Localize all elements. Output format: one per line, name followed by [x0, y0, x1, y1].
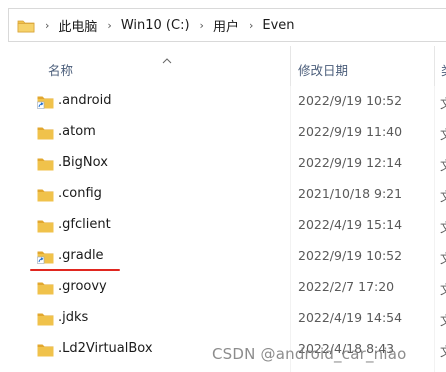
- file-date: 2021/10/18 9:21: [298, 186, 403, 201]
- red-underline-annotation: [30, 269, 120, 271]
- file-name: .android: [58, 93, 112, 108]
- file-name: .gradle: [58, 248, 104, 263]
- folder-icon: [37, 125, 54, 140]
- file-date: 2022/4/19 15:14: [298, 217, 403, 232]
- chevron-right-icon: ›: [199, 18, 204, 32]
- file-row[interactable]: .atom 2022/9/19 11:40 文: [0, 117, 446, 148]
- file-row[interactable]: .BigNox 2022/9/19 12:14 文: [0, 148, 446, 179]
- breadcrumb-item[interactable]: Win10 (C:): [121, 18, 190, 33]
- folder-icon: [37, 342, 54, 357]
- file-row[interactable]: .jdks 2022/4/19 14:54 文: [0, 303, 446, 334]
- file-name: .config: [58, 186, 102, 201]
- file-date: 2022/9/19 12:14: [298, 155, 403, 170]
- file-name: .groovy: [58, 279, 107, 294]
- file-date: 2022/4/19 14:54: [298, 310, 403, 325]
- folder-icon: [17, 18, 35, 33]
- file-name: .Ld2VirtualBox: [58, 341, 153, 356]
- file-name: .gfclient: [58, 217, 111, 232]
- file-type: 文: [440, 217, 446, 236]
- file-type: 文: [440, 124, 446, 143]
- file-date: 2022/9/19 10:52: [298, 248, 403, 263]
- file-type: 文: [440, 93, 446, 112]
- column-name-header[interactable]: 名称: [48, 60, 73, 79]
- file-date: 2022/2/7 17:20: [298, 279, 395, 294]
- file-type: 文: [440, 279, 446, 298]
- file-type: 文: [440, 310, 446, 329]
- file-type: 文: [440, 155, 446, 174]
- folder-icon: [37, 218, 54, 233]
- file-type: 文: [440, 248, 446, 267]
- breadcrumb-item[interactable]: 此电脑: [58, 16, 97, 35]
- breadcrumb-item[interactable]: 用户: [213, 16, 239, 35]
- file-row[interactable]: .gfclient 2022/4/19 15:14 文: [0, 210, 446, 241]
- folder-icon: [37, 156, 54, 171]
- chevron-right-icon: ›: [45, 18, 50, 32]
- file-name: .jdks: [58, 310, 89, 325]
- breadcrumb-item[interactable]: Even: [262, 18, 294, 33]
- file-name: .atom: [58, 124, 96, 139]
- file-date: 2022/9/19 10:52: [298, 93, 403, 108]
- file-row[interactable]: .config 2021/10/18 9:21 文: [0, 179, 446, 210]
- file-row[interactable]: .groovy 2022/2/7 17:20 文: [0, 272, 446, 303]
- column-date-header[interactable]: 修改日期: [298, 60, 348, 79]
- column-divider[interactable]: [434, 46, 435, 86]
- file-row[interactable]: .gradle 2022/9/19 10:52 文: [0, 241, 446, 272]
- column-type-header[interactable]: 类: [441, 60, 446, 79]
- file-row[interactable]: .android 2022/9/19 10:52 文: [0, 86, 446, 117]
- chevron-right-icon: ›: [107, 18, 112, 32]
- chevron-right-icon: ›: [248, 18, 254, 32]
- column-divider[interactable]: [290, 46, 291, 86]
- folder-shortcut-icon: [37, 94, 54, 109]
- folder-icon: [37, 280, 54, 295]
- watermark: CSDN @android_car_niao: [212, 345, 407, 363]
- file-date: 2022/9/19 11:40: [298, 124, 403, 139]
- folder-icon: [37, 311, 54, 326]
- file-type: 文: [440, 186, 446, 205]
- sort-ascending-icon: [162, 50, 172, 64]
- folder-icon: [37, 187, 54, 202]
- file-name: .BigNox: [58, 155, 108, 170]
- folder-shortcut-icon: [37, 249, 54, 264]
- column-header: 名称 修改日期 类: [0, 46, 446, 86]
- address-bar[interactable]: › 此电脑 › Win10 (C:) › 用户 › Even: [8, 8, 446, 42]
- file-type: 文: [440, 341, 446, 360]
